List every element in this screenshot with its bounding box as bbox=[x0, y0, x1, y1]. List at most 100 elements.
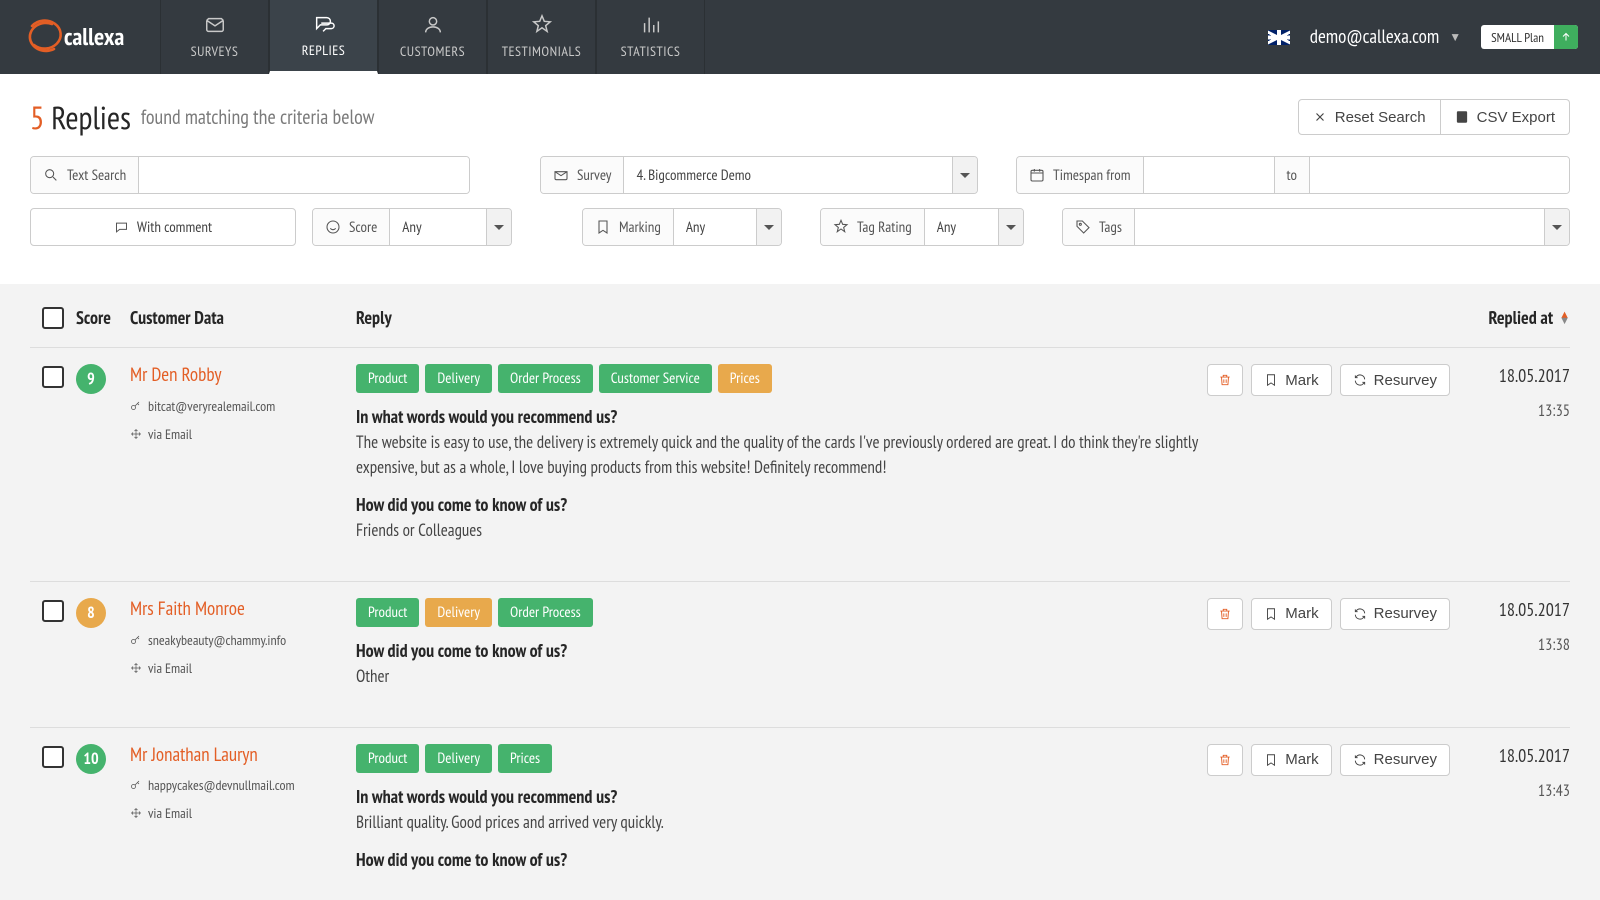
reply-answer: The website is easy to use, the delivery… bbox=[356, 430, 1220, 479]
table-row: 10Mr Jonathan Laurynhappycakes@devnullma… bbox=[30, 727, 1570, 900]
delete-button[interactable] bbox=[1207, 744, 1243, 776]
select-all-checkbox[interactable] bbox=[42, 307, 64, 329]
account-email: demo@callexa.com bbox=[1310, 25, 1440, 49]
reply-answer: Brilliant quality. Good prices and arriv… bbox=[356, 810, 1220, 835]
reset-search-button[interactable]: Reset Search bbox=[1298, 99, 1441, 135]
resurvey-button[interactable]: Resurvey bbox=[1340, 364, 1450, 396]
comment-icon bbox=[114, 220, 129, 235]
page-title-row: 5 Replies found matching the criteria be… bbox=[0, 74, 1600, 156]
col-customer[interactable]: Customer Data bbox=[130, 306, 356, 329]
col-reply[interactable]: Reply bbox=[356, 306, 1220, 329]
resurvey-button[interactable]: Resurvey bbox=[1340, 598, 1450, 630]
customer-email: bitcat@veryrealemail.com bbox=[130, 397, 356, 415]
filter-score[interactable]: Score Any bbox=[312, 208, 512, 246]
col-score[interactable]: Score bbox=[76, 306, 130, 329]
chevron-down-icon[interactable] bbox=[952, 157, 977, 193]
bookmark-icon bbox=[595, 219, 611, 235]
trash-icon bbox=[1218, 607, 1232, 621]
chevron-down-icon[interactable] bbox=[486, 209, 511, 245]
plan-label: SMALL Plan bbox=[1481, 29, 1554, 46]
chevron-down-icon[interactable] bbox=[1544, 209, 1569, 245]
tag[interactable]: Product bbox=[356, 744, 419, 773]
nav-label: TESTIMONIALS bbox=[502, 42, 582, 60]
tag[interactable]: Product bbox=[356, 364, 419, 393]
filter-tag-rating[interactable]: Tag Rating Any bbox=[820, 208, 1024, 246]
filter-text-search[interactable]: Text Search bbox=[30, 156, 470, 194]
mark-button[interactable]: Mark bbox=[1251, 598, 1331, 630]
tag[interactable]: Order Process bbox=[498, 364, 593, 393]
topbar: callexa SURVEYS REPLIES CUSTOMERS TESTIM… bbox=[0, 0, 1600, 74]
nav-label: SURVEYS bbox=[191, 42, 239, 60]
reply-question: In what words would you recommend us? bbox=[356, 785, 1220, 808]
nav-replies[interactable]: REPLIES bbox=[269, 0, 378, 74]
timespan-from-input[interactable] bbox=[1144, 157, 1274, 193]
tag-rating-value: Any bbox=[925, 209, 998, 245]
move-icon bbox=[130, 807, 142, 819]
reply-answer: Other bbox=[356, 664, 1220, 689]
chevron-down-icon[interactable] bbox=[756, 209, 781, 245]
score-badge: 9 bbox=[76, 364, 106, 394]
customer-name[interactable]: Mr Jonathan Lauryn bbox=[130, 744, 356, 767]
customer-via: via Email bbox=[130, 804, 356, 822]
tag[interactable]: Order Process bbox=[498, 598, 593, 627]
upgrade-icon[interactable] bbox=[1554, 25, 1578, 49]
score-label: Score bbox=[349, 218, 377, 237]
bookmark-icon bbox=[1264, 753, 1278, 767]
tag[interactable]: Delivery bbox=[425, 598, 492, 627]
plan-badge[interactable]: SMALL Plan bbox=[1481, 25, 1578, 49]
account-menu[interactable]: demo@callexa.com ▼ bbox=[1310, 25, 1461, 49]
delete-button[interactable] bbox=[1207, 364, 1243, 396]
row-checkbox[interactable] bbox=[42, 366, 64, 388]
language-flag-icon[interactable] bbox=[1268, 30, 1290, 45]
tags-value bbox=[1135, 209, 1544, 245]
tag[interactable]: Delivery bbox=[425, 364, 492, 393]
filter-with-comment[interactable]: With comment bbox=[30, 208, 296, 246]
reply-date: 18.05.2017 bbox=[1450, 744, 1570, 767]
csv-export-button[interactable]: CSV Export bbox=[1441, 99, 1570, 135]
reply-time: 13:43 bbox=[1450, 781, 1570, 801]
reply-tags: ProductDeliveryOrder Process bbox=[356, 598, 1220, 627]
nav-testimonials[interactable]: TESTIMONIALS bbox=[487, 0, 596, 74]
smile-icon bbox=[325, 219, 341, 235]
reply-question: How did you come to know of us? bbox=[356, 848, 1220, 871]
title-word: Replies bbox=[51, 96, 131, 138]
text-search-input[interactable] bbox=[139, 157, 469, 193]
filter-tags[interactable]: Tags bbox=[1062, 208, 1570, 246]
tag-rating-label: Tag Rating bbox=[857, 218, 912, 237]
tag[interactable]: Product bbox=[356, 598, 419, 627]
tag[interactable]: Customer Service bbox=[599, 364, 712, 393]
tags-icon bbox=[1075, 219, 1091, 235]
filter-timespan[interactable]: Timespan from to bbox=[1016, 156, 1570, 194]
mark-button[interactable]: Mark bbox=[1251, 744, 1331, 776]
resurvey-button[interactable]: Resurvey bbox=[1340, 744, 1450, 776]
filter-marking[interactable]: Marking Any bbox=[582, 208, 782, 246]
chevron-down-icon[interactable] bbox=[998, 209, 1023, 245]
tag[interactable]: Prices bbox=[718, 364, 772, 393]
tag[interactable]: Prices bbox=[498, 744, 552, 773]
col-replied-at[interactable]: Replied at bbox=[1450, 306, 1570, 329]
reply-question: How did you come to know of us? bbox=[356, 639, 1220, 662]
brand-logo[interactable]: callexa bbox=[0, 0, 160, 74]
nav-customers[interactable]: CUSTOMERS bbox=[378, 0, 487, 74]
mark-button[interactable]: Mark bbox=[1251, 364, 1331, 396]
svg-text:callexa: callexa bbox=[64, 21, 124, 52]
customer-name[interactable]: Mrs Faith Monroe bbox=[130, 598, 356, 621]
reply-count: 5 bbox=[30, 96, 44, 138]
survey-value: 4. Bigcommerce Demo bbox=[624, 157, 952, 193]
reply-question: How did you come to know of us? bbox=[356, 493, 1220, 516]
search-icon bbox=[43, 167, 59, 183]
key-icon bbox=[130, 779, 142, 791]
nav-surveys[interactable]: SURVEYS bbox=[160, 0, 269, 74]
delete-button[interactable] bbox=[1207, 598, 1243, 630]
bookmark-icon bbox=[1264, 373, 1278, 387]
export-label: CSV Export bbox=[1477, 109, 1555, 126]
reset-label: Reset Search bbox=[1335, 109, 1426, 126]
row-checkbox[interactable] bbox=[42, 600, 64, 622]
filter-survey[interactable]: Survey 4. Bigcommerce Demo bbox=[540, 156, 978, 194]
timespan-to-input[interactable] bbox=[1310, 157, 1569, 193]
nav-statistics[interactable]: STATISTICS bbox=[596, 0, 705, 74]
row-checkbox[interactable] bbox=[42, 746, 64, 768]
customer-name[interactable]: Mr Den Robby bbox=[130, 364, 356, 387]
tag[interactable]: Delivery bbox=[425, 744, 492, 773]
title-sub: found matching the criteria below bbox=[141, 104, 375, 130]
